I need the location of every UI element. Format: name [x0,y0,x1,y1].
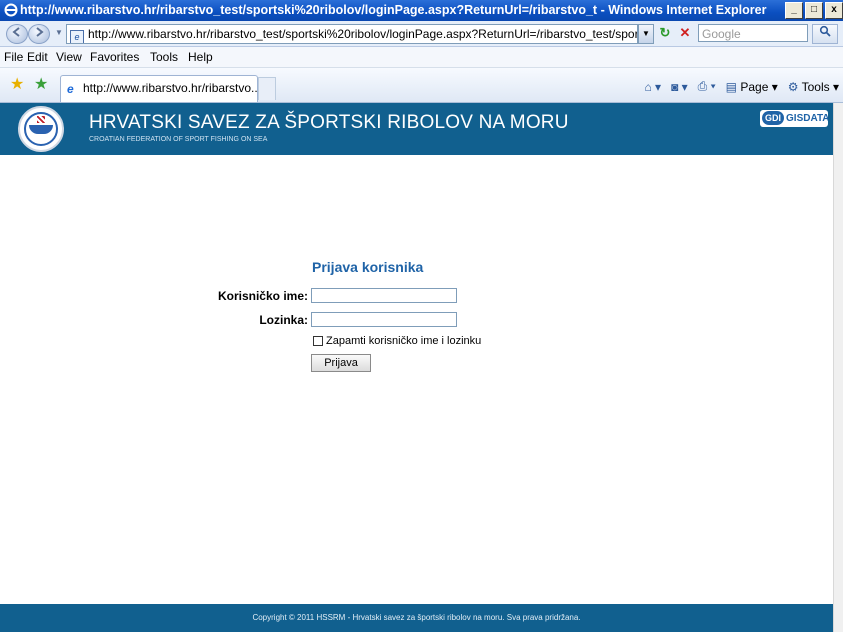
page-menu-icon: ▤ [725,79,737,94]
tab-bar: ★ ★ e http://www.ribarstvo.hr/ribarstvo..… [0,68,843,103]
page-menu[interactable]: ▤ Page ▾ [726,80,778,94]
stop-icon[interactable]: ✕ [676,25,694,41]
username-field[interactable] [311,288,457,303]
magnifier-icon [819,25,831,37]
login-button[interactable]: Prijava [311,354,371,372]
login-title: Prijava korisnika [312,259,424,275]
remember-me-label: Zapamti korisničko ime i lozinku [326,335,482,347]
ie-logo-icon [4,3,18,17]
tab-label: http://www.ribarstvo.hr/ribarstvo... [83,81,258,95]
address-url: http://www.ribarstvo.hr/ribarstvo_test/s… [88,27,638,41]
site-title: HRVATSKI SAVEZ ZA ŠPORTSKI RIBOLOV NA MO… [89,112,569,133]
page-viewport: HRVATSKI SAVEZ ZA ŠPORTSKI RIBOLOV NA MO… [0,103,833,632]
gisdata-name: GISDATA [786,113,828,124]
address-dropdown-button[interactable]: ▼ [638,24,654,44]
favorites-star-icon[interactable]: ★ [10,77,24,93]
footer: Copyright © 2011 HSSRM - Hrvatski savez … [0,604,833,632]
menu-favorites[interactable]: Favorites [90,50,139,64]
menu-help[interactable]: Help [188,50,213,64]
address-toolbar: ▼ e http://www.ribarstvo.hr/ribarstvo_tes… [0,21,843,47]
menu-tools[interactable]: Tools [150,50,178,64]
username-label: Korisničko ime: [217,289,308,303]
page-menu-label: Page [740,79,769,94]
back-button[interactable] [6,24,28,44]
address-input[interactable]: e http://www.ribarstvo.hr/ribarstvo_test/… [66,24,638,44]
forward-arrow-icon [36,27,44,37]
home-icon[interactable]: ⌂ ▾ [644,80,661,94]
command-bar: ⌂ ▾ ◙ ▾ ⎙ ▾ ▤ Page ▾ ⚙ Tools ▾ [644,79,839,94]
vertical-scrollbar[interactable] [833,103,843,632]
logo-checker [37,116,45,123]
gisdata-logo[interactable]: GDI GISDATA [760,110,828,127]
menu-view[interactable]: View [56,50,82,64]
feeds-icon[interactable]: ◙ ▾ [671,80,688,94]
tools-menu-label: Tools [801,79,830,94]
print-icon[interactable]: ⎙ ▾ [698,79,716,94]
menu-edit[interactable]: Edit [27,50,48,64]
forward-button[interactable] [28,24,50,44]
refresh-icon[interactable]: ↻ [656,25,674,41]
tools-menu[interactable]: ⚙ Tools ▾ [788,80,839,94]
add-favorite-icon[interactable]: ★ [34,77,48,93]
window-titlebar: http://www.ribarstvo.hr/ribarstvo_test/s… [0,0,843,21]
gear-icon: ⚙ [787,79,799,94]
password-label: Lozinka: [259,313,308,327]
menu-file[interactable]: File [4,50,23,64]
minimize-button[interactable]: _ [785,2,803,19]
maximize-button[interactable]: □ [805,2,823,19]
password-field[interactable] [311,312,457,327]
tab-active[interactable]: e http://www.ribarstvo.hr/ribarstvo... [60,75,258,102]
window-title: http://www.ribarstvo.hr/ribarstvo_test/s… [20,3,767,17]
search-input[interactable]: Google [698,24,808,42]
new-tab-button[interactable] [258,77,276,100]
menu-bar: File Edit View Favorites Tools Help [0,47,843,68]
ie-page-icon: e [67,82,74,96]
gdi-badge: GDI [762,111,785,125]
back-arrow-icon [12,27,20,37]
site-subtitle: CROATIAN FEDERATION OF SPORT FISHING ON … [89,136,268,143]
federation-logo [18,106,64,152]
close-button[interactable]: x [825,2,843,19]
site-header: HRVATSKI SAVEZ ZA ŠPORTSKI RIBOLOV NA MO… [0,103,833,155]
window-controls: _ □ x [785,2,843,19]
page-icon: e [70,30,84,43]
remember-me-row[interactable]: Zapamti korisničko ime i lozinku [313,335,481,347]
remember-me-checkbox[interactable] [313,336,323,346]
search-button[interactable] [812,24,838,44]
